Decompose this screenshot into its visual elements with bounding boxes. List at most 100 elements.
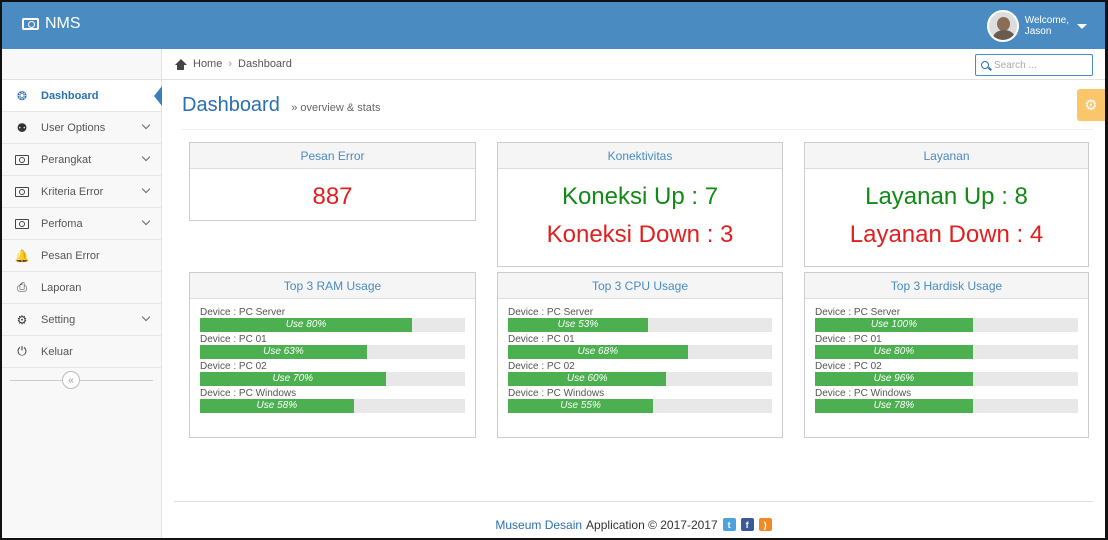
- footer: Museum Desain Application © 2017-2017 t …: [174, 501, 1093, 538]
- sidebar-item-perangkat[interactable]: Perangkat: [2, 144, 161, 176]
- page-subtitle: » overview & stats: [291, 102, 381, 114]
- chevron-down-icon[interactable]: [141, 312, 151, 322]
- ram-usage-panel: Top 3 RAM Usage Device : PC Server Use 80%…: [189, 272, 476, 438]
- usage-progress-fill: Use 63%: [200, 345, 367, 359]
- sidebar-item-dashboard[interactable]: ❂ Dashboard: [2, 80, 162, 112]
- device-icon: [15, 218, 29, 229]
- chevron-down-icon[interactable]: [141, 216, 151, 226]
- device-label: Device : PC Server: [200, 307, 286, 318]
- gear-icon: ⚙: [16, 312, 28, 327]
- welcome-label: Welcome,: [1024, 15, 1069, 26]
- usage-progress-fill: Use 55%: [508, 399, 654, 413]
- user-menu[interactable]: Welcome, Jason: [986, 8, 1087, 44]
- usage-progress-bar: Use 78%: [815, 399, 1078, 413]
- usage-progress-bar: Use 80%: [815, 345, 1078, 359]
- sidebar-collapse-button[interactable]: «: [62, 371, 80, 389]
- usage-progress-fill: Use 60%: [508, 372, 667, 386]
- top-navbar: NMS Welcome, Jason: [2, 2, 1105, 49]
- gear-icon: ⚙: [1084, 97, 1098, 114]
- usage-progress-fill: Use 70%: [200, 372, 386, 386]
- usage-progress-bar: Use 55%: [508, 399, 772, 413]
- device-icon-shape: [15, 218, 29, 229]
- panel-title: Layanan: [805, 143, 1088, 169]
- pesan-error-panel: Pesan Error 887: [189, 142, 476, 221]
- money-icon: [22, 18, 39, 30]
- sidebar-item-label: Setting: [41, 313, 76, 326]
- device-icon: [15, 154, 29, 165]
- usage-progress-fill: Use 80%: [815, 345, 973, 359]
- rss-icon[interactable]: ): [758, 518, 772, 531]
- home-icon[interactable]: [174, 58, 187, 70]
- sidebar-item-laporan[interactable]: ⎙ Laporan: [2, 272, 161, 304]
- sidebar-collapse-row: «: [2, 368, 161, 396]
- sidebar-item-label: Perangkat: [41, 153, 92, 166]
- device-label: Device : PC 02: [815, 361, 882, 372]
- panel-title: Pesan Error: [190, 143, 475, 169]
- chevron-down-icon[interactable]: [141, 184, 151, 194]
- footer-text: Application © 2017-2017: [586, 517, 718, 532]
- sidebar-item-label: Kriteria Error: [41, 185, 104, 198]
- service-up: Layanan Up : 8: [865, 183, 1028, 210]
- bell-icon: 🔔: [14, 248, 30, 263]
- twitter-icon[interactable]: t: [722, 518, 736, 531]
- usage-progress-fill: Use 78%: [815, 399, 973, 413]
- chevron-down-icon[interactable]: [141, 120, 151, 130]
- footer-brand-link[interactable]: Museum Desain: [495, 518, 582, 532]
- page-title: Dashboard: [182, 94, 280, 116]
- usage-progress-bar: Use 96%: [815, 372, 1078, 386]
- device-label: Device : PC 01: [200, 334, 267, 345]
- avatar[interactable]: [986, 10, 1019, 42]
- chevron-down-icon[interactable]: [141, 152, 151, 162]
- breadcrumb: Home › Dashboard Search ...: [162, 49, 1105, 80]
- brand[interactable]: NMS: [22, 15, 81, 33]
- cpu-usage-panel: Top 3 CPU Usage Device : PC Server Use 53%…: [497, 272, 783, 438]
- device-label: Device : PC Windows: [815, 388, 912, 399]
- sidebar-item-label: Keluar: [41, 345, 73, 358]
- search-icon: [981, 61, 989, 69]
- breadcrumb-separator: ›: [228, 58, 233, 70]
- sidebar-item-user-options[interactable]: ⚉ User Options: [2, 112, 161, 144]
- sidebar-top-spacer: [2, 49, 161, 80]
- sidebar-item-pesan-error[interactable]: 🔔 Pesan Error: [2, 240, 161, 272]
- sidebar-item-label: User Options: [41, 121, 106, 134]
- device-label: Device : PC Server: [815, 307, 901, 318]
- welcome-text: Welcome, Jason: [1025, 15, 1069, 37]
- printer-icon: ⎙: [17, 280, 27, 294]
- hardisk-usage-panel: Top 3 Hardisk Usage Device : PC Server Use…: [804, 272, 1089, 438]
- usage-progress-bar: Use 63%: [200, 345, 465, 359]
- error-count: 887: [312, 183, 353, 210]
- device-label: Device : PC Windows: [200, 388, 297, 399]
- breadcrumb-current: Dashboard: [238, 58, 292, 70]
- search-input[interactable]: Search ...: [975, 54, 1093, 76]
- dashboard-icon: ❂: [16, 88, 28, 103]
- usage-progress-bar: Use 68%: [508, 345, 772, 359]
- facebook-icon[interactable]: f: [740, 518, 754, 531]
- usage-list: Device : PC Server Use 53% Device : PC 01 U…: [498, 299, 782, 413]
- device-label: Device : PC 01: [815, 334, 882, 345]
- konektivitas-panel: Konektivitas Koneksi Up : 7 Koneksi Down…: [497, 142, 783, 267]
- chevron-down-icon[interactable]: [1077, 23, 1087, 29]
- usage-progress-bar: Use 58%: [200, 399, 465, 413]
- settings-toggle-button[interactable]: ⚙: [1077, 89, 1105, 121]
- breadcrumb-home[interactable]: Home: [193, 58, 222, 70]
- sidebar-item-label: Perfoma: [41, 217, 83, 230]
- power-icon: ⏻: [17, 344, 27, 358]
- sidebar-item-keluar[interactable]: ⏻ Keluar: [2, 336, 161, 368]
- sidebar-item-setting[interactable]: ⚙ Setting: [2, 304, 161, 336]
- panel-title: Konektivitas: [498, 143, 782, 169]
- device-icon-shape: [15, 154, 29, 165]
- usage-progress-bar: Use 70%: [200, 372, 465, 386]
- connection-up: Koneksi Up : 7: [561, 183, 719, 210]
- device-label: Device : PC 02: [508, 361, 575, 372]
- device-label: Device : PC Windows: [508, 388, 605, 399]
- sidebar-item-kriteria-error[interactable]: Kriteria Error: [2, 176, 161, 208]
- sidebar-item-label: Dashboard: [41, 89, 99, 102]
- usage-progress-bar: Use 60%: [508, 372, 772, 386]
- usage-progress-fill: Use 100%: [815, 318, 973, 332]
- device-label: Device : PC Server: [508, 307, 594, 318]
- brand-label: NMS: [45, 15, 81, 32]
- search-placeholder: Search ...: [994, 59, 1037, 71]
- sidebar: ❂ Dashboard ⚉ User Options Perangkat Kriteria…: [2, 49, 162, 538]
- service-down: Layanan Down : 4: [849, 221, 1044, 248]
- sidebar-item-perfoma[interactable]: Perfoma: [2, 208, 161, 240]
